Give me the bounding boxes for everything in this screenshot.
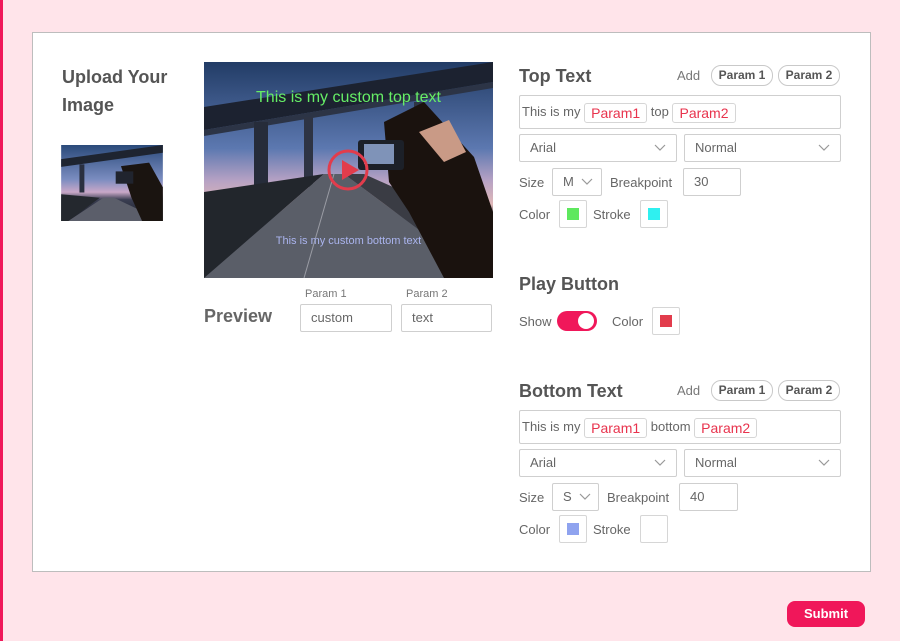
top-text-param2-token[interactable]: Param2 bbox=[672, 102, 736, 123]
editor-card: Upload Your Image This is my custom top … bbox=[32, 32, 871, 572]
top-text-add-label: Add bbox=[677, 68, 701, 83]
top-text-param1-token[interactable]: Param1 bbox=[584, 102, 648, 123]
top-text-breakpoint-input[interactable]: 30 bbox=[683, 168, 741, 196]
top-text-add-param2-button[interactable]: Param 2 bbox=[778, 65, 840, 86]
param2-input[interactable]: text bbox=[401, 304, 492, 332]
chevron-down-icon bbox=[579, 493, 591, 500]
left-accent-bar bbox=[0, 0, 3, 641]
top-text-size-label: Size bbox=[519, 175, 545, 190]
top-text-size-value: M bbox=[563, 174, 574, 189]
bottom-text-size-select[interactable]: S bbox=[552, 483, 599, 511]
top-text-weight-value: Normal bbox=[695, 140, 737, 155]
chevron-down-icon bbox=[654, 144, 666, 151]
top-text-editor[interactable]: This is my Param1 top Param2 bbox=[519, 95, 841, 129]
submit-button[interactable]: Submit bbox=[787, 601, 865, 627]
play-button-show-label: Show bbox=[519, 314, 552, 329]
bottom-text-add-label: Add bbox=[677, 383, 701, 398]
chevron-down-icon bbox=[818, 459, 830, 466]
bottom-text-size-value: S bbox=[563, 489, 572, 504]
preview-top-text: This is my custom top text bbox=[256, 89, 441, 106]
bottom-text-breakpoint-input[interactable]: 40 bbox=[679, 483, 738, 511]
bottom-text-add-param2-button[interactable]: Param 2 bbox=[778, 380, 840, 401]
param1-input[interactable]: custom bbox=[300, 304, 392, 332]
top-text-middle: top bbox=[650, 104, 669, 119]
bottom-text-weight-value: Normal bbox=[695, 455, 737, 470]
top-text-prefix: This is my bbox=[522, 104, 581, 119]
upload-title: Upload Your Image bbox=[62, 67, 168, 115]
bottom-text-param2-token[interactable]: Param2 bbox=[694, 417, 758, 438]
top-text-color-label: Color bbox=[519, 207, 551, 222]
param1-label: Param 1 bbox=[305, 288, 347, 300]
top-text-title: Top Text bbox=[519, 66, 592, 86]
bottom-text-title: Bottom Text bbox=[519, 381, 623, 401]
chevron-down-icon bbox=[818, 144, 830, 151]
bottom-text-color-swatch bbox=[567, 523, 579, 535]
preview-label: Preview bbox=[204, 306, 273, 326]
play-button-color-label: Color bbox=[612, 314, 644, 329]
toggle-knob bbox=[578, 313, 594, 329]
play-button-title: Play Button bbox=[519, 274, 620, 294]
bottom-text-middle: bottom bbox=[650, 419, 691, 434]
bottom-text-stroke-swatch bbox=[648, 523, 660, 535]
bottom-text-size-label: Size bbox=[519, 490, 545, 505]
top-text-font-value: Arial bbox=[530, 140, 557, 155]
chevron-down-icon bbox=[581, 178, 593, 185]
bottom-text-prefix: This is my bbox=[522, 419, 581, 434]
play-button-color-picker[interactable] bbox=[652, 307, 680, 335]
top-text-stroke-swatch bbox=[648, 208, 660, 220]
uploaded-image-thumbnail[interactable] bbox=[61, 145, 163, 221]
param2-label: Param 2 bbox=[406, 288, 448, 300]
top-text-font-select[interactable]: Arial bbox=[519, 134, 677, 162]
top-text-color-swatch bbox=[567, 208, 579, 220]
preview-bottom-text: This is my custom bottom text bbox=[275, 235, 422, 247]
top-text-add-param1-button[interactable]: Param 1 bbox=[711, 65, 773, 86]
bottom-text-font-value: Arial bbox=[530, 455, 557, 470]
top-text-breakpoint-label: Breakpoint bbox=[610, 175, 673, 190]
bottom-text-editor[interactable]: This is my Param1 bottom Param2 bbox=[519, 410, 841, 444]
bottom-text-stroke-picker[interactable] bbox=[640, 515, 668, 543]
chevron-down-icon bbox=[654, 459, 666, 466]
bottom-text-param1-token[interactable]: Param1 bbox=[584, 417, 648, 438]
bottom-text-add-param1-button[interactable]: Param 1 bbox=[711, 380, 773, 401]
preview-image: This is my custom top text This is my cu… bbox=[204, 62, 493, 278]
top-text-stroke-picker[interactable] bbox=[640, 200, 668, 228]
play-button-icon[interactable] bbox=[327, 149, 369, 191]
bottom-text-stroke-label: Stroke bbox=[593, 522, 631, 537]
top-text-stroke-label: Stroke bbox=[593, 207, 631, 222]
play-button-show-toggle[interactable] bbox=[557, 311, 597, 331]
bottom-text-weight-select[interactable]: Normal bbox=[684, 449, 841, 477]
top-text-size-select[interactable]: M bbox=[552, 168, 602, 196]
bottom-text-breakpoint-label: Breakpoint bbox=[607, 490, 670, 505]
bottom-text-color-picker[interactable] bbox=[559, 515, 587, 543]
top-text-weight-select[interactable]: Normal bbox=[684, 134, 841, 162]
play-button-color-swatch bbox=[660, 315, 672, 327]
bottom-text-color-label: Color bbox=[519, 522, 551, 537]
top-text-color-picker[interactable] bbox=[559, 200, 587, 228]
bottom-text-font-select[interactable]: Arial bbox=[519, 449, 677, 477]
